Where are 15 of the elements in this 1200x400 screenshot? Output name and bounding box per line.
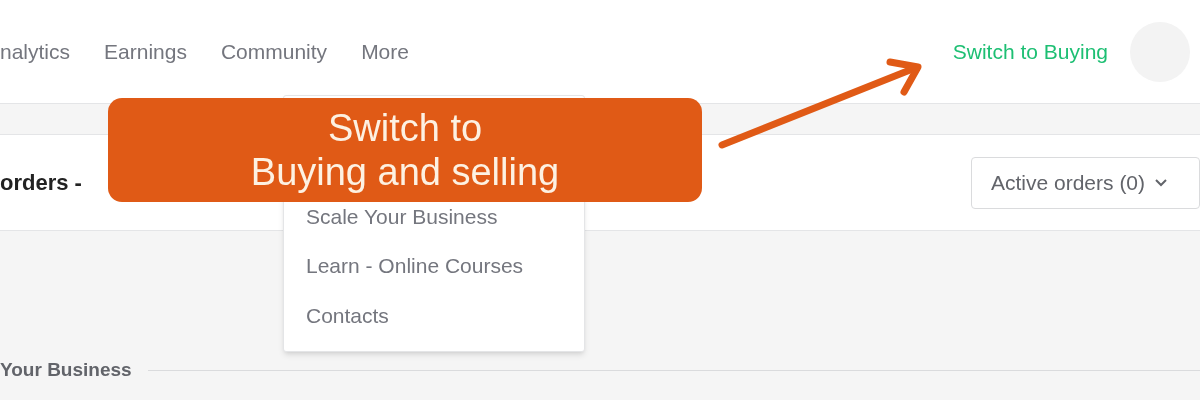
callout-text: Switch to bbox=[327, 106, 483, 150]
menu-item[interactable]: Scale Your Business bbox=[306, 200, 584, 232]
chevron-down-icon bbox=[1155, 178, 1168, 187]
nav-link[interactable]: Earnings bbox=[104, 35, 187, 68]
orders-filter-dropdown[interactable]: Active orders (0) bbox=[971, 156, 1200, 209]
nav-link[interactable]: nalytics bbox=[0, 35, 71, 68]
orders-title: orders - bbox=[0, 169, 82, 197]
menu-item[interactable]: Contacts bbox=[306, 299, 584, 331]
nav-link[interactable]: Community bbox=[220, 35, 328, 68]
switch-to-buying-link[interactable]: Switch to Buying bbox=[952, 35, 1108, 68]
section-title: Your Business bbox=[0, 358, 132, 382]
nav-link[interactable]: More bbox=[361, 35, 409, 68]
callout-text: Buying and selling bbox=[250, 150, 560, 194]
arrow-icon bbox=[718, 58, 922, 149]
menu-item[interactable]: Learn - Online Courses bbox=[306, 250, 584, 282]
